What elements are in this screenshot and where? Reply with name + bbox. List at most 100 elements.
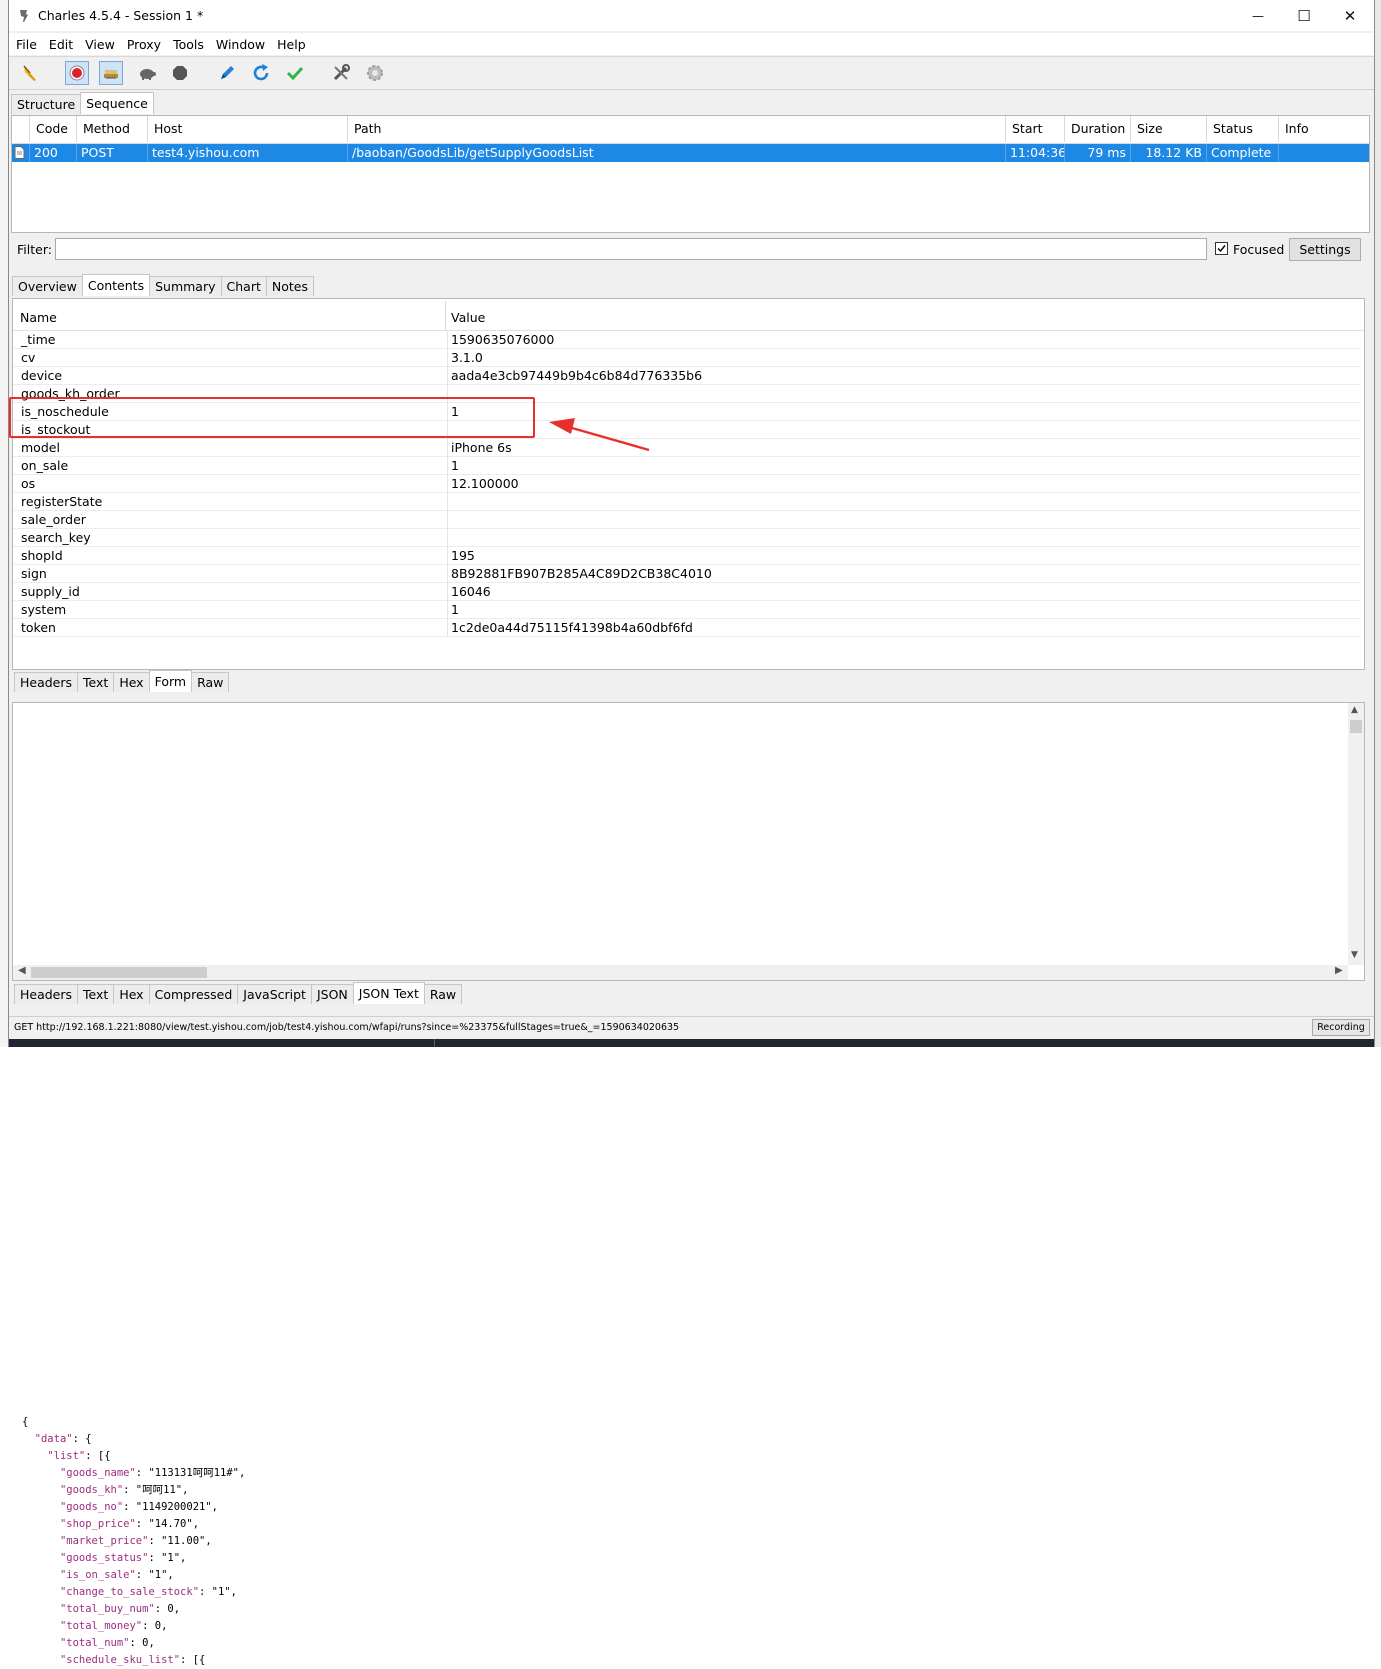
tab-response-text[interactable]: Text	[77, 984, 115, 1004]
menu-tools[interactable]: Tools	[168, 37, 209, 52]
header-start[interactable]: Start	[1006, 116, 1065, 142]
column-divider	[447, 619, 448, 637]
annotation-arrow-icon	[549, 418, 650, 452]
stop-hexagon-icon	[173, 66, 187, 80]
column-divider	[447, 565, 448, 583]
minimize-button[interactable]: —	[1235, 0, 1281, 31]
header-status[interactable]: Status	[1207, 116, 1279, 142]
form-field-name: shopId	[21, 548, 63, 563]
menu-help[interactable]: Help	[272, 37, 311, 52]
record-icon	[69, 65, 85, 81]
form-header-name[interactable]: Name	[20, 310, 57, 325]
table-row[interactable]: token 1c2de0a44d75115f41398b4a60dbf6fd	[13, 619, 1361, 637]
menu-proxy[interactable]: Proxy	[122, 37, 166, 52]
form-field-value: 16046	[451, 584, 491, 599]
form-field-name: _time	[21, 332, 56, 347]
breakpoints-turtle-button[interactable]	[135, 61, 159, 85]
tab-structure[interactable]: Structure	[11, 94, 82, 114]
validate-button[interactable]	[283, 61, 307, 85]
tab-notes[interactable]: Notes	[265, 276, 314, 296]
sequence-header: Code Method Host Path Start Duration Siz…	[12, 116, 1369, 144]
scroll-up-icon[interactable]: ▲	[1351, 705, 1358, 715]
table-row[interactable]: search_key	[13, 529, 1361, 547]
menu-window[interactable]: Window	[211, 37, 270, 52]
vertical-scroll-thumb[interactable]	[1350, 720, 1362, 733]
maximize-icon: ☐	[1297, 6, 1311, 25]
request-form-panel: Name Value _time 1590635076000 cv 3.1.0 devi…	[12, 298, 1365, 670]
table-row[interactable]: sale_order	[13, 511, 1361, 529]
header-host[interactable]: Host	[148, 116, 348, 142]
repeat-button[interactable]	[249, 61, 273, 85]
form-field-name: on_sale	[21, 458, 69, 473]
scroll-right-icon[interactable]: ▶	[1335, 965, 1343, 976]
header-duration[interactable]: Duration	[1065, 116, 1131, 142]
recording-indicator[interactable]: Recording	[1312, 1019, 1370, 1036]
maximize-button[interactable]: ☐	[1281, 0, 1327, 31]
cell-start: 11:04:36	[1006, 144, 1065, 162]
table-row[interactable]: 200 POST test4.yishou.com /baoban/GoodsL…	[12, 144, 1369, 162]
tab-contents[interactable]: Contents	[81, 274, 151, 296]
stop-button[interactable]	[168, 61, 192, 85]
header-path[interactable]: Path	[348, 116, 1006, 142]
tab-request-headers[interactable]: Headers	[14, 672, 79, 692]
table-row[interactable]: on_sale 1	[13, 457, 1361, 475]
menu-view[interactable]: View	[80, 37, 120, 52]
form-header: Name Value	[13, 299, 1364, 331]
tab-response-compressed[interactable]: Compressed	[148, 984, 239, 1004]
tab-response-javascript[interactable]: JavaScript	[237, 984, 312, 1004]
header-size[interactable]: Size	[1131, 116, 1207, 142]
tools-button[interactable]	[329, 61, 353, 85]
tab-request-raw[interactable]: Raw	[191, 672, 230, 692]
close-button[interactable]: ✕	[1327, 0, 1373, 31]
table-row[interactable]: cv 3.1.0	[13, 349, 1361, 367]
settings-button[interactable]	[363, 61, 387, 85]
table-row[interactable]: os 12.100000	[13, 475, 1361, 493]
throttling-button[interactable]	[99, 61, 123, 85]
table-row[interactable]: _time 1590635076000	[13, 331, 1361, 349]
table-row[interactable]: shopId 195	[13, 547, 1361, 565]
table-row[interactable]: model iPhone 6s	[13, 439, 1361, 457]
os-taskbar	[9, 1039, 1374, 1047]
focused-checkbox[interactable]	[1215, 242, 1228, 255]
form-header-value[interactable]: Value	[451, 310, 485, 325]
tab-sequence[interactable]: Sequence	[80, 92, 154, 114]
tab-overview[interactable]: Overview	[12, 276, 83, 296]
clear-session-button[interactable]	[19, 61, 43, 85]
vertical-scrollbar[interactable]: ▲ ▼	[1348, 703, 1364, 965]
tab-chart[interactable]: Chart	[220, 276, 267, 296]
json-key: "total_money"	[59, 1620, 143, 1632]
record-button[interactable]	[65, 61, 89, 85]
tab-response-json-text[interactable]: JSON Text	[352, 982, 425, 1004]
menu-file[interactable]: File	[11, 37, 42, 52]
header-method[interactable]: Method	[77, 116, 148, 142]
table-row[interactable]: device aada4e3cb97449b9b4c6b84d776335b6	[13, 367, 1361, 385]
tab-request-form[interactable]: Form	[148, 670, 193, 692]
scroll-left-icon[interactable]: ◀	[18, 965, 26, 976]
horizontal-scrollbar[interactable]: ◀ ▶	[13, 965, 1348, 980]
tab-response-raw[interactable]: Raw	[423, 984, 463, 1004]
table-row[interactable]: registerState	[13, 493, 1361, 511]
tab-request-text[interactable]: Text	[77, 672, 115, 692]
compose-button[interactable]	[215, 61, 239, 85]
tab-response-headers[interactable]: Headers	[14, 984, 79, 1004]
scroll-down-icon[interactable]: ▼	[1351, 950, 1358, 960]
tab-response-hex[interactable]: Hex	[113, 984, 150, 1004]
table-row[interactable]: supply_id 16046	[13, 583, 1361, 601]
settings-filter-button[interactable]: Settings	[1289, 238, 1361, 261]
menu-edit[interactable]: Edit	[44, 37, 78, 52]
table-row[interactable]: system 1	[13, 601, 1361, 619]
table-row[interactable]: sign 8B92881FB907B285A4C89D2CB38C4010	[13, 565, 1361, 583]
response-subtabs: Headers Text Hex Compressed JavaScript J…	[14, 982, 463, 1004]
tab-request-hex[interactable]: Hex	[113, 672, 150, 692]
filter-input[interactable]	[55, 238, 1207, 260]
header-code[interactable]: Code	[30, 116, 77, 142]
charles-app-icon	[20, 10, 28, 22]
horizontal-scroll-thumb[interactable]	[31, 967, 207, 978]
tab-summary[interactable]: Summary	[149, 276, 222, 296]
tab-response-json[interactable]: JSON	[310, 984, 354, 1004]
header-info[interactable]: Info	[1279, 116, 1369, 142]
cell-code: 200	[30, 144, 77, 162]
